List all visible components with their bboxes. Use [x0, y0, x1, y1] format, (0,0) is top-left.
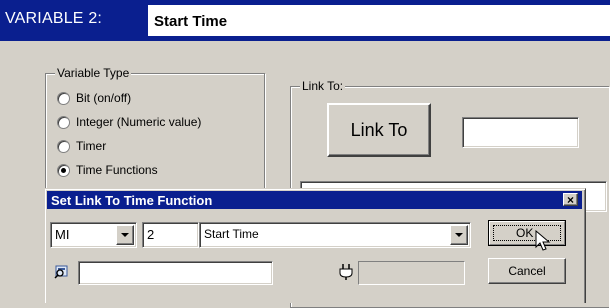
chevron-down-icon — [455, 232, 463, 237]
radio-button[interactable] — [57, 115, 70, 129]
variable-header: VARIABLE 2: Start Time — [0, 0, 610, 41]
time-function-dialog: Set Link To Time Function × MI 2 Start T… — [44, 188, 586, 303]
cancel-button-label: Cancel — [508, 264, 546, 278]
function-select-value: Start Time — [204, 227, 259, 241]
function-select-dropdown-button[interactable] — [450, 225, 468, 245]
radio-integer[interactable]: Integer (Numeric value) — [57, 113, 201, 131]
variable-label: VARIABLE 2: — [5, 10, 103, 27]
radio-button-selected[interactable] — [57, 163, 70, 177]
cancel-button[interactable]: Cancel — [488, 258, 566, 284]
number-field[interactable]: 2 — [142, 222, 199, 248]
radio-time-functions[interactable]: Time Functions — [57, 161, 201, 179]
ok-button-label: OK — [516, 226, 534, 240]
readonly-field — [358, 261, 465, 285]
function-select[interactable]: Start Time — [199, 222, 471, 248]
link-to-button[interactable]: Link To — [327, 103, 431, 157]
radio-button[interactable] — [57, 139, 70, 153]
variable-type-legend: Variable Type — [55, 66, 132, 80]
radio-label: Timer — [76, 139, 107, 153]
variable-name-field[interactable]: Start Time — [148, 5, 610, 36]
variable-type-options: Bit (on/off) Integer (Numeric value) Tim… — [57, 89, 201, 179]
link-to-value-field[interactable] — [462, 117, 579, 148]
radio-timer[interactable]: Timer — [57, 137, 201, 155]
dialog-close-button[interactable]: × — [563, 193, 578, 206]
radio-button[interactable] — [57, 91, 70, 105]
dialog-title-bar[interactable]: Set Link To Time Function × — [47, 191, 582, 209]
mouse-pointer-icon — [535, 230, 551, 251]
type-select-value: MI — [55, 227, 70, 242]
radio-bit[interactable]: Bit (on/off) — [57, 89, 201, 107]
text-field[interactable] — [78, 261, 273, 285]
close-icon: × — [566, 192, 574, 207]
type-select-dropdown-button[interactable] — [116, 225, 134, 245]
variable-name-text: Start Time — [154, 13, 228, 30]
link-to-legend: Link To: — [300, 79, 346, 93]
radio-label: Bit (on/off) — [76, 91, 132, 105]
radio-label: Integer (Numeric value) — [76, 115, 202, 129]
chevron-down-icon — [121, 232, 129, 237]
search-icon — [54, 265, 68, 279]
dialog-title: Set Link To Time Function — [51, 193, 213, 208]
plug-icon — [339, 264, 353, 280]
type-select[interactable]: MI — [50, 222, 137, 248]
number-field-value: 2 — [147, 227, 155, 242]
link-to-button-label: Link To — [350, 119, 408, 140]
ok-button[interactable]: OK — [488, 220, 566, 246]
radio-label: Time Functions — [76, 163, 158, 177]
